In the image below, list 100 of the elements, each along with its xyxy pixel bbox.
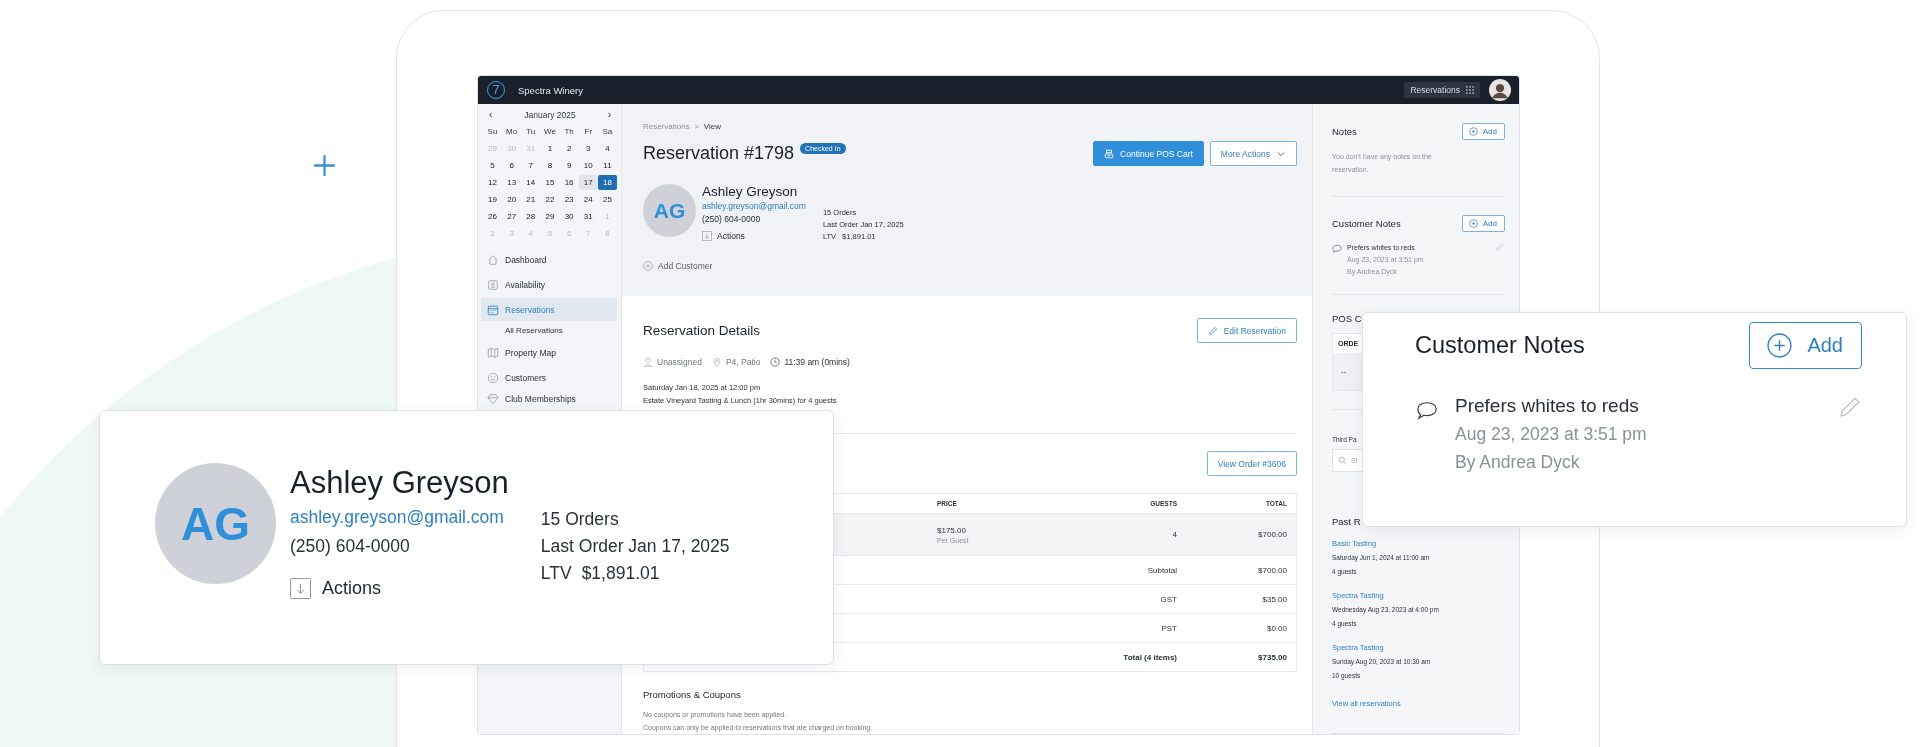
calendar-day[interactable]: 16: [559, 175, 579, 190]
location-pin-icon: [711, 357, 722, 367]
pencil-icon: [1207, 325, 1218, 336]
actions-link[interactable]: Actions: [717, 231, 745, 241]
calendar-day[interactable]: 5: [483, 158, 502, 173]
user-avatar[interactable]: [1489, 79, 1511, 101]
nav-item[interactable]: Availability: [481, 273, 617, 296]
page-title: Reservation #1798: [643, 143, 795, 164]
customer-avatar: AG: [643, 184, 696, 237]
add-customer-note-button[interactable]: Add: [1749, 322, 1862, 369]
clock-icon: [770, 357, 781, 367]
customer-name: Ashley Greyson: [290, 465, 509, 501]
actions-link[interactable]: Actions: [322, 578, 382, 599]
summary-label: Total (4 items): [1122, 652, 1177, 662]
table-cell-text: --: [1340, 366, 1348, 378]
calendar-day[interactable]: 21: [521, 192, 541, 207]
app-name: Spectra Winery: [518, 84, 583, 96]
calendar-day[interactable]: 27: [502, 209, 522, 224]
calendar-day[interactable]: 20: [502, 192, 522, 207]
nav-item[interactable]: Customers: [481, 366, 617, 389]
add-customer-note-button[interactable]: Add: [1461, 215, 1505, 232]
calendar-day[interactable]: 6: [502, 158, 522, 173]
month-label: January 2025: [524, 110, 576, 120]
calendar-day[interactable]: 22: [540, 192, 560, 207]
calendar-day[interactable]: 8: [540, 158, 560, 173]
nav-item[interactable]: Club Memberships: [481, 391, 617, 406]
nav-item[interactable]: Property Map: [481, 341, 617, 364]
calendar-day[interactable]: 7: [521, 158, 541, 173]
add-customer-link[interactable]: Add Customer: [658, 261, 713, 271]
speech-bubble-icon: [1415, 400, 1439, 422]
orders-count: 15 Orders: [540, 509, 620, 530]
calendar-day[interactable]: 1: [540, 141, 560, 156]
calendar-day[interactable]: 23: [559, 192, 579, 207]
more-actions-button[interactable]: More Actions: [1209, 141, 1297, 166]
total-cell-text: $700.00: [1257, 530, 1287, 539]
summary-value: $735.00: [1257, 652, 1287, 662]
weekday-label: Fr: [583, 126, 594, 138]
calendar-icon: [487, 303, 499, 316]
calendar-day[interactable]: 28: [521, 209, 541, 224]
next-month-button[interactable]: ›: [605, 109, 613, 121]
add-note-button[interactable]: Add: [1461, 123, 1505, 140]
calendar-day[interactable]: 24: [578, 192, 598, 207]
pencil-icon[interactable]: [1495, 242, 1505, 252]
note-date: Aug 23, 2023 at 3:51 pm: [1455, 424, 1648, 445]
register-icon: [1104, 148, 1115, 159]
reservations-menu-button[interactable]: Reservations: [1404, 82, 1480, 98]
search-icon: [1338, 456, 1347, 465]
customer-avatar: AG: [155, 463, 276, 584]
pencil-icon[interactable]: [1838, 395, 1862, 419]
plus-circle-icon: [643, 261, 653, 271]
calendar-day[interactable]: 14: [521, 175, 541, 190]
assignee-label: Unassigned: [657, 357, 702, 367]
calendar-day[interactable]: 25: [597, 192, 617, 207]
calendar-day[interactable]: 31: [578, 209, 598, 224]
customer-email-link[interactable]: ashley.greyson@gmail.com: [702, 201, 806, 211]
calendar-day[interactable]: 12: [483, 175, 502, 190]
calendar-day[interactable]: 9: [559, 158, 579, 173]
breadcrumb-current: View: [703, 122, 721, 131]
speech-bubble-icon: [1332, 244, 1342, 254]
customer-email-link[interactable]: ashley.greyson@gmail.com: [290, 507, 509, 528]
calendar-day[interactable]: 10: [578, 158, 598, 173]
summary-label: Subtotal: [1146, 565, 1177, 575]
calendar-day[interactable]: 4: [597, 141, 617, 156]
customer-phone: (250) 604-0000: [290, 536, 411, 557]
nav-subitem[interactable]: All Reservations: [481, 323, 617, 339]
summary-label: PST: [1160, 623, 1177, 633]
previous-month-button[interactable]: ‹: [487, 109, 495, 121]
plus-icon: [314, 155, 335, 176]
promotions-title: Promotions & Coupons: [643, 689, 742, 700]
customer-notes-title: Customer Notes: [1415, 332, 1585, 359]
nav-item[interactable]: Reservations: [481, 298, 617, 321]
calendar-day[interactable]: 26: [483, 209, 502, 224]
calendar-day[interactable]: 17: [578, 175, 598, 190]
customer-phone: (250) 604-0000: [702, 214, 762, 224]
weekday-label: Sa: [601, 126, 614, 138]
edit-reservation-button[interactable]: Edit Reservation: [1196, 318, 1297, 343]
person-icon: [643, 357, 653, 367]
calendar-day[interactable]: 11: [597, 158, 617, 173]
plus-circle-icon: [1767, 333, 1793, 358]
calendar-day[interactable]: 15: [540, 175, 560, 190]
download-icon: [290, 578, 311, 599]
time-label: 11:39 am (0mins): [784, 357, 850, 367]
smiley-icon: [487, 371, 499, 384]
plus-circle-icon: [1468, 127, 1478, 136]
view-order-button[interactable]: View Order #3606: [1206, 451, 1297, 476]
calendar-day[interactable]: 2: [559, 141, 579, 156]
calendar-day[interactable]: 19: [483, 192, 502, 207]
calendar-day[interactable]: 18: [597, 175, 617, 190]
summary-value: $700.00: [1257, 565, 1287, 575]
calendar-day[interactable]: 29: [540, 209, 560, 224]
nav-item[interactable]: Dashboard: [481, 248, 617, 271]
location-label: P4, Patio: [725, 357, 761, 367]
summary-label: GST: [1159, 594, 1177, 604]
diamond-icon: [487, 392, 499, 405]
weekday-label: Tu: [525, 126, 537, 138]
note-text: Prefers whites to reds: [1455, 395, 1640, 417]
calendar-day[interactable]: 13: [502, 175, 522, 190]
calendar-day[interactable]: 3: [578, 141, 598, 156]
calendar-day[interactable]: 30: [559, 209, 579, 224]
weekday-label: Mo: [505, 126, 519, 138]
